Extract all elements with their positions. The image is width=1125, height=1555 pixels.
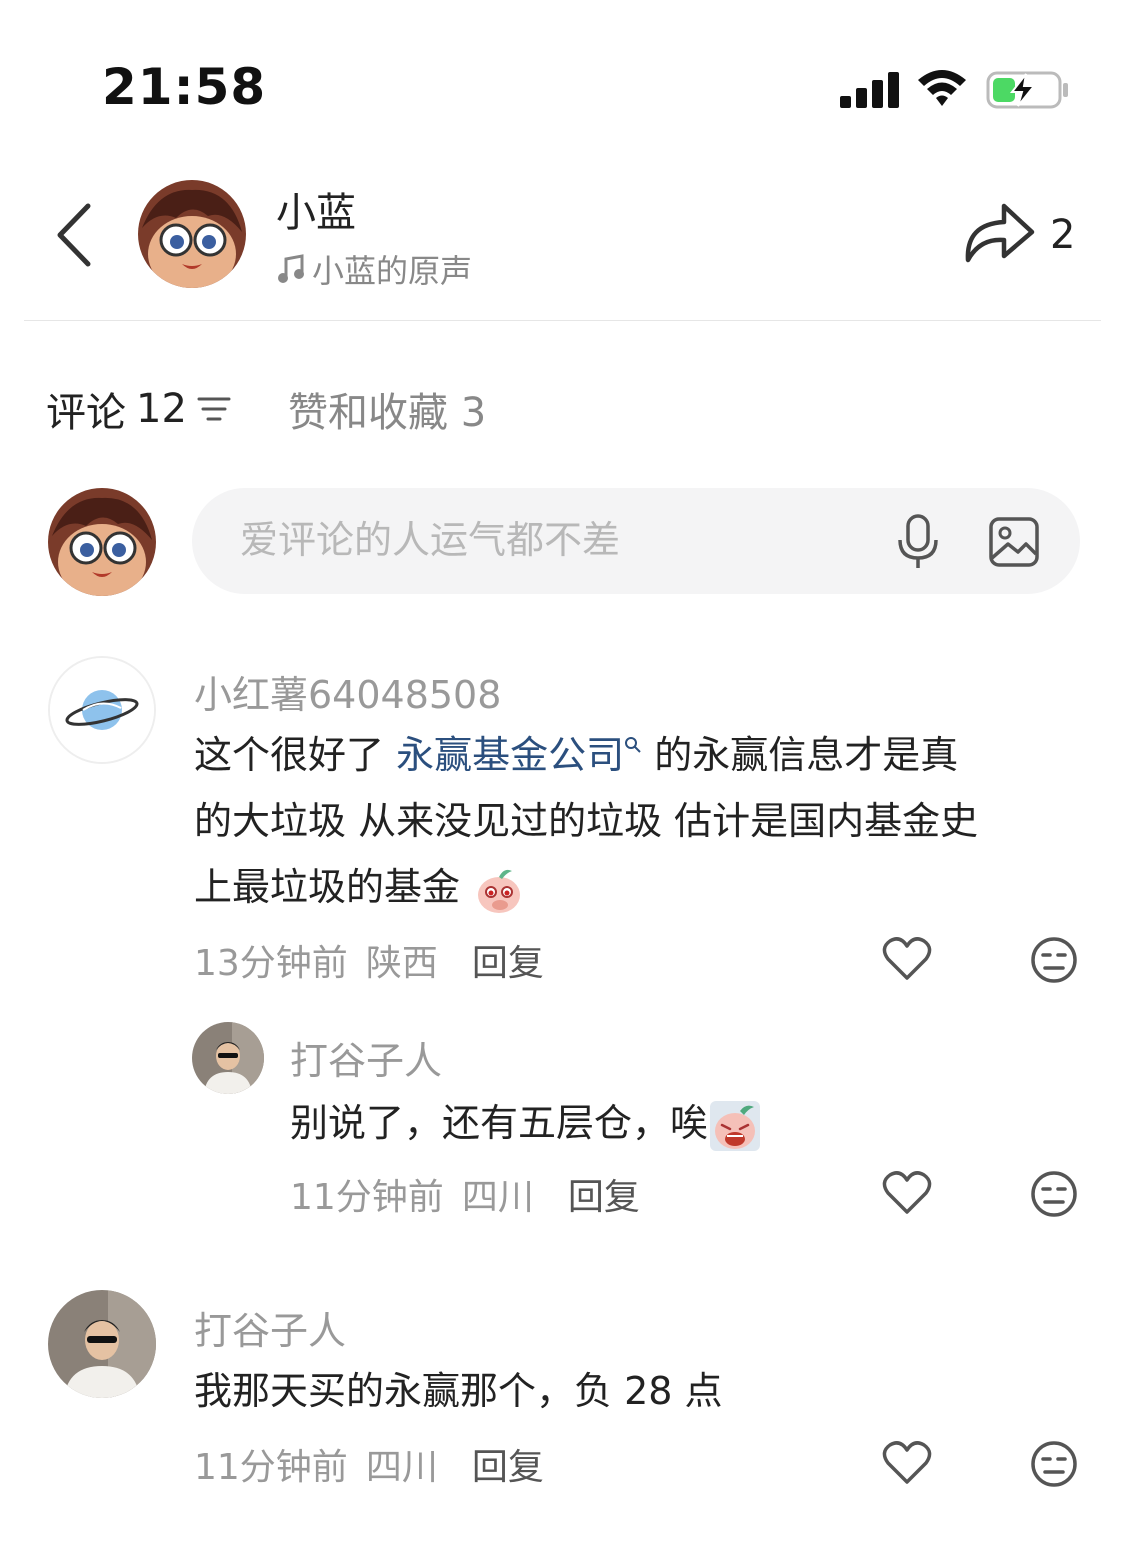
search-link[interactable]: 永赢基金公司 xyxy=(396,733,624,777)
neutral-face-icon[interactable] xyxy=(1030,1440,1078,1488)
reply-button[interactable]: 回复 xyxy=(568,1168,640,1220)
microphone-icon[interactable] xyxy=(896,514,940,570)
heart-icon[interactable] xyxy=(882,936,932,982)
commenter-avatar[interactable] xyxy=(48,656,156,764)
comment-location: 四川 xyxy=(365,1447,438,1488)
share-count: 2 xyxy=(1050,212,1076,258)
comment-meta: 11分钟前 四川 回复 xyxy=(194,1438,544,1490)
comment-time: 13分钟前 xyxy=(194,943,348,984)
sound-track[interactable]: 小蓝的原声 xyxy=(276,246,472,292)
comment-meta: 13分钟前 陕西 回复 xyxy=(194,934,544,986)
tab-likes-count: 3 xyxy=(460,390,487,436)
tab-comments-count: 12 xyxy=(136,386,187,432)
crying-emoji-icon xyxy=(710,1100,761,1151)
tab-comments-label: 评论 xyxy=(46,390,126,436)
comment-text: 别说了，还有五层仓，唉 xyxy=(290,1090,761,1156)
neutral-face-icon[interactable] xyxy=(1030,936,1078,984)
tab-likes-and-saves[interactable]: 赞和收藏 3 xyxy=(288,380,486,438)
covering-mouth-emoji-icon xyxy=(478,869,521,913)
sort-icon[interactable] xyxy=(197,396,231,422)
commenter-avatar[interactable] xyxy=(48,1290,156,1398)
neutral-face-icon[interactable] xyxy=(1030,1170,1078,1218)
my-avatar xyxy=(48,488,156,596)
comment-location: 陕西 xyxy=(365,943,438,984)
music-note-icon xyxy=(278,254,304,283)
author-name[interactable]: 小蓝 xyxy=(276,180,356,238)
share-arrow-icon[interactable] xyxy=(962,200,1036,266)
sound-track-label: 小蓝的原声 xyxy=(312,252,473,290)
reply-button[interactable]: 回复 xyxy=(472,934,544,986)
commenter-avatar[interactable] xyxy=(192,1022,264,1094)
battery-charging-icon xyxy=(986,71,1068,109)
comment-input-container[interactable] xyxy=(192,488,1080,594)
author-avatar[interactable] xyxy=(138,180,246,288)
header-divider xyxy=(24,320,1101,321)
comment-location: 四川 xyxy=(461,1177,534,1218)
back-arrow-icon[interactable] xyxy=(52,200,96,270)
comment-text: 我那天买的永赢那个，负 28 点 xyxy=(194,1369,723,1413)
tab-comments[interactable]: 评论 12 xyxy=(46,380,231,438)
image-picker-icon[interactable] xyxy=(988,516,1040,568)
comment-time: 11分钟前 xyxy=(194,1447,348,1488)
cellular-signal-icon xyxy=(840,72,900,108)
comment-meta: 11分钟前 四川 回复 xyxy=(290,1168,640,1220)
comment-input[interactable] xyxy=(240,510,840,570)
comment-author[interactable]: 小红薯64048508 xyxy=(194,664,501,719)
heart-icon[interactable] xyxy=(882,1170,932,1216)
heart-icon[interactable] xyxy=(882,1440,932,1486)
comment-time: 11分钟前 xyxy=(290,1177,444,1218)
comment-author[interactable]: 打谷子人 xyxy=(290,1030,442,1085)
reply-button[interactable]: 回复 xyxy=(472,1438,544,1490)
comment-author[interactable]: 打谷子人 xyxy=(194,1300,346,1355)
wifi-icon xyxy=(918,70,966,106)
tab-likes-label: 赞和收藏 xyxy=(288,390,448,436)
status-time: 21:58 xyxy=(102,58,267,116)
search-icon[interactable] xyxy=(624,736,642,754)
comment-text: 这个很好了 永赢基金公司 的永赢信息才是真 的大垃圾 从来没见过的垃圾 估计是国… xyxy=(194,722,1074,920)
